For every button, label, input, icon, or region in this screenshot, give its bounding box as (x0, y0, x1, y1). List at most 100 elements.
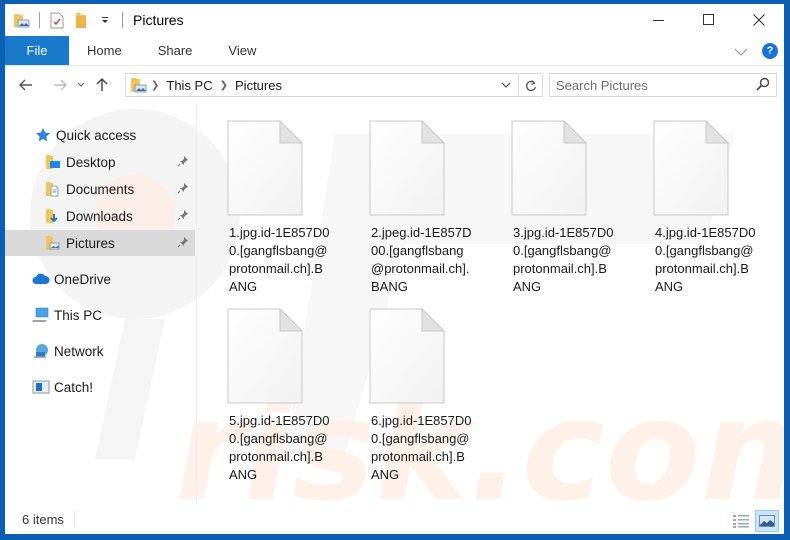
file-list: 1.jpg.id-1E857D0 0.[gangflsbang@ protonmai… (201, 104, 781, 504)
tab-share[interactable]: Share (140, 36, 211, 65)
navigation-bar: ❯ This PC ❯ Pictures (5, 67, 784, 103)
sidebar-item-label: Catch! (54, 379, 94, 395)
window-controls (634, 4, 784, 36)
back-button[interactable] (13, 72, 39, 98)
toolbar-divider (122, 12, 123, 28)
file-name-line: 4.jpg.id-1E857D0 (655, 225, 756, 240)
file-name: 6.jpg.id-1E857D0 0.[gangflsbang@ protonmai… (371, 412, 491, 484)
help-button[interactable]: ? (762, 43, 778, 59)
pane-divider[interactable] (196, 104, 197, 504)
minimize-button[interactable] (634, 4, 684, 36)
customize-toolbar-dropdown-icon[interactable] (96, 11, 114, 29)
sidebar-item-pictures[interactable]: Pictures (5, 230, 195, 256)
search-input[interactable] (550, 77, 750, 93)
arrow-right-icon (54, 79, 67, 91)
address-history-dropdown[interactable] (496, 74, 516, 96)
forward-button[interactable] (47, 72, 73, 98)
file-name-line: ANG (229, 279, 258, 294)
sidebar-item-label: Desktop (66, 154, 116, 170)
navigation-pane: Quick access Desktop Documents Downloads… (5, 104, 195, 504)
large-icons-view-button[interactable] (755, 510, 779, 532)
file-item[interactable]: 6.jpg.id-1E857D0 0.[gangflsbang@ protonmai… (351, 298, 481, 488)
generic-file-icon (369, 308, 445, 404)
pin-icon[interactable] (177, 236, 189, 251)
pictures-folder-icon (13, 11, 31, 29)
file-item[interactable]: 2.jpeg.id-1E857D 00.[gangflsbang @protonma… (351, 110, 481, 300)
file-name-line: BANG (371, 279, 408, 294)
file-name: 2.jpeg.id-1E857D 00.[gangflsbang @protonma… (371, 224, 491, 296)
pictures-folder-icon (44, 234, 62, 252)
expand-ribbon-button[interactable] (734, 44, 748, 59)
sidebar-item-desktop[interactable]: Desktop (5, 149, 195, 175)
file-name-line: 3.jpg.id-1E857D0 (513, 225, 614, 240)
sidebar-item-catch[interactable]: Catch! (5, 374, 195, 400)
up-button[interactable] (89, 72, 115, 98)
view-switcher (729, 510, 779, 532)
search-box[interactable] (549, 73, 777, 97)
file-item[interactable]: 1.jpg.id-1E857D0 0.[gangflsbang@ protonmai… (209, 110, 339, 300)
recent-locations-button[interactable] (73, 72, 89, 98)
file-name: 1.jpg.id-1E857D0 0.[gangflsbang@ protonmai… (229, 224, 349, 296)
quick-access-toolbar (5, 4, 131, 36)
file-item[interactable]: 4.jpg.id-1E857D0 0.[gangflsbang@ protonmai… (635, 110, 765, 300)
sidebar-item-network[interactable]: Network (5, 338, 195, 364)
maximize-button[interactable] (684, 4, 734, 36)
file-name-line: protonmail.ch].B (229, 449, 323, 464)
item-count: 6 items (22, 511, 64, 527)
chevron-down-icon (501, 82, 511, 88)
sidebar-item-downloads[interactable]: Downloads (5, 203, 195, 229)
file-name-line: 1.jpg.id-1E857D0 (229, 225, 330, 240)
tab-home[interactable]: Home (69, 36, 140, 65)
network-icon (32, 342, 50, 360)
breadcrumb-pictures[interactable]: Pictures (235, 78, 282, 93)
sidebar-item-label: Downloads (66, 208, 133, 224)
sidebar-item-onedrive[interactable]: OneDrive (5, 266, 195, 292)
status-divider (73, 511, 75, 527)
sidebar-item-this-pc[interactable]: This PC (5, 302, 195, 328)
sidebar-item-quick-access[interactable]: Quick access (5, 122, 195, 148)
pin-icon[interactable] (177, 209, 189, 224)
file-name: 3.jpg.id-1E857D0 0.[gangflsbang@ protonmai… (513, 224, 633, 296)
file-name-line: 0.[gangflsbang@ (655, 243, 754, 258)
title-bar: Pictures (5, 4, 784, 36)
pin-icon[interactable] (177, 182, 189, 197)
pictures-folder-icon (130, 77, 148, 93)
chevron-down-icon (734, 48, 748, 56)
toolbar-divider (39, 12, 40, 28)
refresh-button[interactable] (518, 74, 542, 96)
file-name-line: protonmail.ch].B (513, 261, 607, 276)
tab-view[interactable]: View (210, 36, 274, 65)
documents-folder-icon (44, 180, 62, 198)
tab-file[interactable]: File (5, 36, 69, 65)
details-view-icon (733, 515, 749, 528)
generic-file-icon (227, 120, 303, 216)
details-view-button[interactable] (729, 510, 753, 532)
search-icon[interactable] (756, 77, 770, 94)
file-name-line: ANG (371, 467, 400, 482)
refresh-icon (525, 79, 536, 91)
sidebar-item-label: Documents (66, 181, 135, 197)
file-name-line: 0.[gangflsbang@ (229, 431, 328, 446)
address-bar[interactable]: ❯ This PC ❯ Pictures (125, 73, 543, 97)
file-name-line: 00.[gangflsbang (371, 243, 464, 258)
file-name-line: 6.jpg.id-1E857D0 (371, 413, 472, 428)
sidebar-item-label: OneDrive (54, 271, 112, 287)
chevron-down-icon (77, 82, 85, 87)
new-folder-icon[interactable] (72, 11, 90, 29)
pin-icon[interactable] (177, 155, 189, 170)
generic-file-icon (369, 120, 445, 216)
breadcrumb-this-pc[interactable]: This PC (166, 78, 212, 93)
generic-file-icon (511, 120, 587, 216)
computer-icon (32, 306, 50, 324)
close-button[interactable] (734, 4, 784, 36)
properties-icon[interactable] (48, 11, 66, 29)
file-item[interactable]: 3.jpg.id-1E857D0 0.[gangflsbang@ protonmai… (493, 110, 623, 300)
file-name: 4.jpg.id-1E857D0 0.[gangflsbang@ protonmai… (655, 224, 775, 296)
generic-file-icon (653, 120, 729, 216)
sidebar-item-documents[interactable]: Documents (5, 176, 195, 202)
file-item[interactable]: 5.jpg.id-1E857D0 0.[gangflsbang@ protonmai… (209, 298, 339, 488)
file-name-line: 0.[gangflsbang@ (229, 243, 328, 258)
star-icon (34, 126, 52, 144)
file-name-line: protonmail.ch].B (655, 261, 749, 276)
onedrive-cloud-icon (32, 270, 50, 288)
